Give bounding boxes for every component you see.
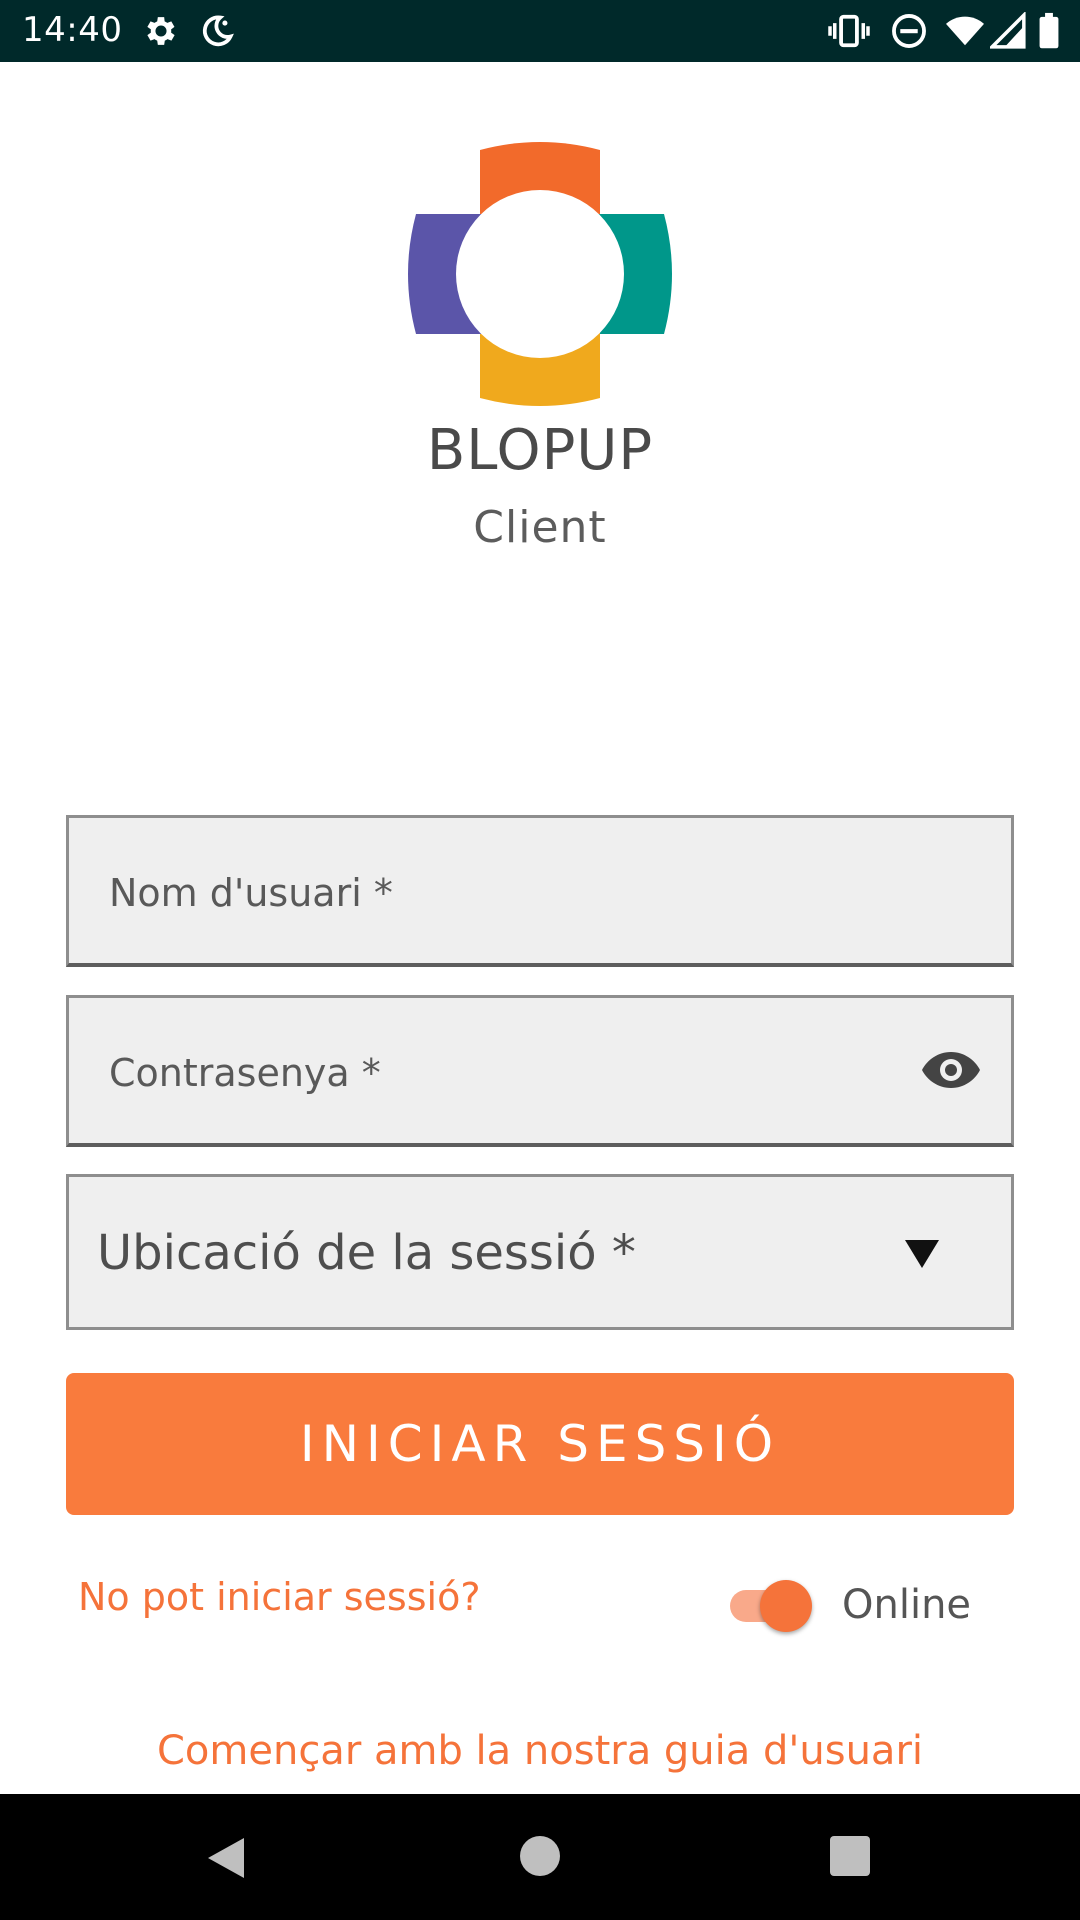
chevron-down-icon [905,1240,939,1268]
app-name: BLOPUP [426,418,654,483]
cell-signal-icon [990,12,1026,50]
username-placeholder: Nom d'usuari * [109,871,393,915]
session-location-select[interactable]: Ubicació de la sessió * [66,1174,1014,1330]
dnd-minus-icon [890,12,928,50]
username-field[interactable]: Nom d'usuari * [66,815,1014,967]
recents-square-icon[interactable] [830,1836,870,1876]
gear-icon [142,12,180,50]
online-label: Online [842,1582,972,1628]
password-field[interactable]: Contrasenya * [66,995,1014,1147]
blopup-logo [408,142,672,406]
online-toggle[interactable] [728,1578,814,1632]
status-time: 14:40 [22,10,123,50]
status-bar: 14:40 [0,0,1080,62]
toggle-thumb [760,1580,812,1632]
navigation-bar [0,1794,1080,1920]
user-guide-link[interactable]: Començar amb la nostra guia d'usuari [0,1728,1080,1774]
login-button[interactable]: INICIAR SESSIÓ [66,1373,1014,1515]
logo-left-segment [408,214,540,334]
do-not-disturb-moon-icon [198,12,236,50]
app-subtitle: Client [473,502,607,553]
battery-icon [1038,12,1060,50]
forgot-login-link[interactable]: No pot iniciar sessió? [78,1575,481,1619]
home-circle-icon[interactable] [520,1836,560,1876]
password-placeholder: Contrasenya * [109,1051,381,1095]
vibrate-icon [828,12,870,50]
wifi-icon [944,12,986,50]
eye-icon[interactable] [921,1048,981,1092]
session-location-placeholder: Ubicació de la sessió * [97,1225,636,1281]
back-triangle-icon[interactable] [206,1836,246,1884]
